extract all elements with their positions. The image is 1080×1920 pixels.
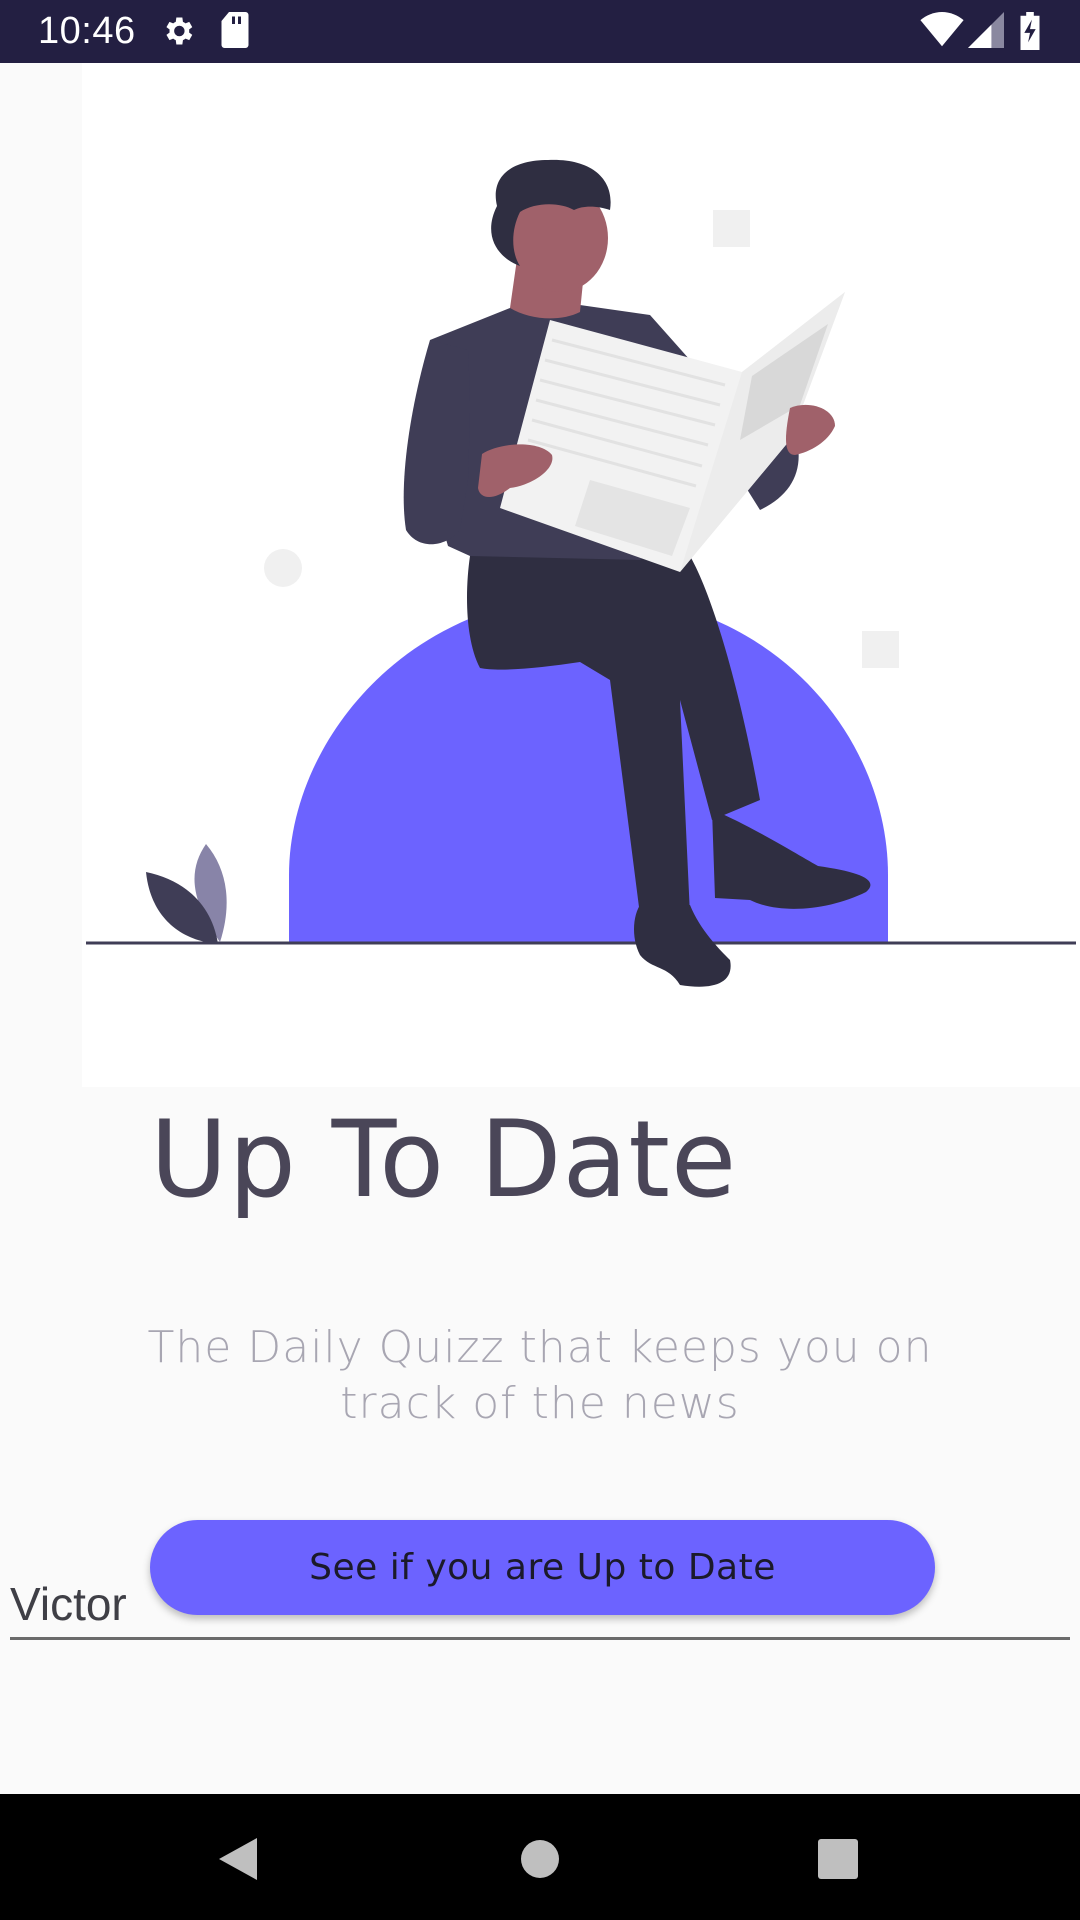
battery-charging-icon <box>1018 12 1042 54</box>
signal-icon <box>968 12 1004 52</box>
wifi-icon <box>920 12 964 52</box>
decor-square <box>713 210 750 247</box>
app-title: Up To Date <box>150 1098 738 1221</box>
home-icon[interactable] <box>505 1824 575 1894</box>
recents-icon[interactable] <box>803 1824 873 1894</box>
status-time: 10:46 <box>38 10 136 52</box>
navigation-bar <box>0 1794 1080 1920</box>
arm <box>403 340 470 545</box>
man-reading-newspaper-illustration <box>82 63 1080 1087</box>
status-bar: 10:46 <box>0 0 1080 63</box>
app-subtitle: The Daily Quizz that keeps you on track … <box>147 1322 933 1429</box>
start-quiz-button-label: See if you are Up to Date <box>309 1547 776 1588</box>
decor-dot <box>264 549 302 587</box>
decor-square <box>862 631 899 668</box>
gear-icon <box>160 10 196 56</box>
hand <box>785 404 835 455</box>
start-quiz-button[interactable]: See if you are Up to Date <box>150 1520 935 1615</box>
sd-card-icon <box>220 10 250 54</box>
back-icon[interactable] <box>205 1824 275 1894</box>
